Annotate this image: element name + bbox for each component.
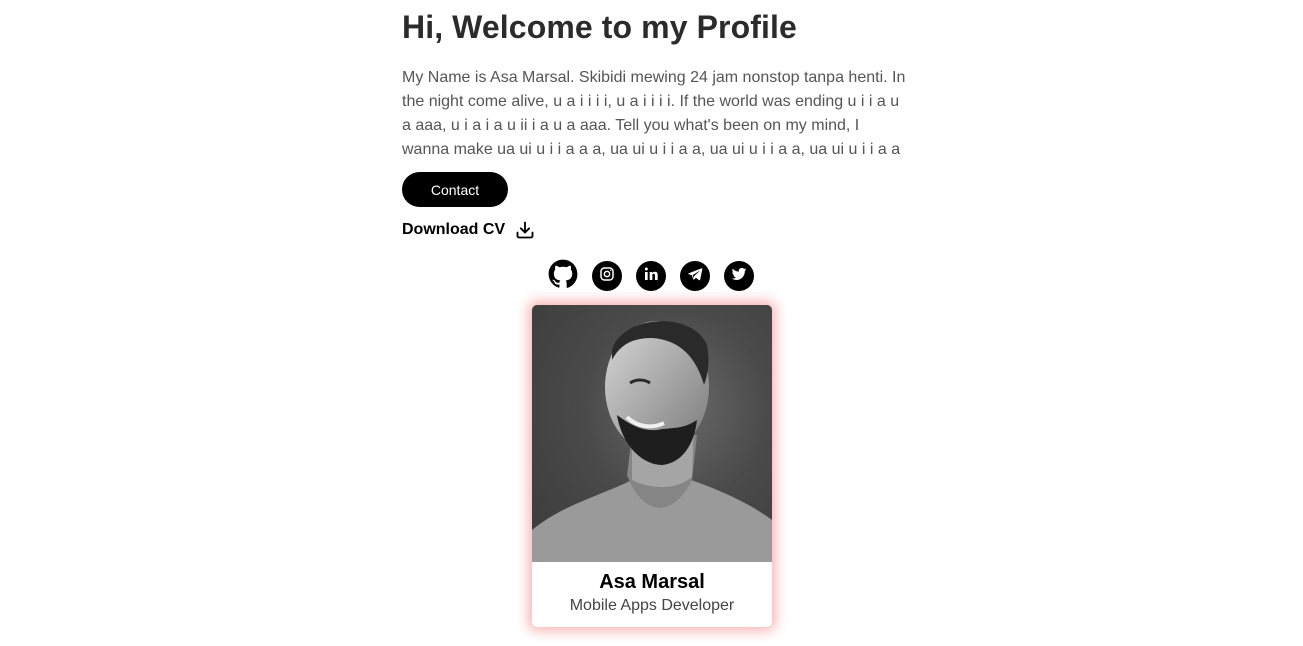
profile-name: Asa Marsal: [599, 571, 705, 593]
telegram-icon: [687, 266, 703, 287]
download-cv-label: Download CV: [402, 221, 506, 238]
profile-role: Mobile Apps Developer: [569, 597, 735, 614]
hero-section: Hi, Welcome to my Profile My Name is Asa…: [402, 0, 907, 239]
linkedin-link[interactable]: [636, 261, 666, 291]
twitter-link[interactable]: [724, 261, 754, 291]
linkedin-icon: [643, 266, 659, 287]
github-link[interactable]: [548, 259, 578, 294]
profile-description: My Name is Asa Marsal. Skibidi mewing 24…: [402, 69, 906, 158]
social-links: [548, 259, 754, 294]
profile-page: Hi, Welcome to my Profile My Name is Asa…: [0, 0, 1303, 646]
instagram-link[interactable]: [592, 261, 622, 291]
instagram-icon: [599, 266, 615, 287]
contact-button[interactable]: Contact: [402, 172, 508, 207]
profile-card: Asa Marsal Mobile Apps Developer: [532, 305, 772, 627]
page-title: Hi, Welcome to my Profile: [402, 9, 797, 45]
github-icon: [548, 259, 578, 294]
download-icon: [515, 220, 535, 240]
twitter-icon: [731, 266, 747, 287]
profile-photo: [532, 305, 772, 562]
telegram-link[interactable]: [680, 261, 710, 291]
download-cv-link[interactable]: Download CV: [402, 220, 535, 240]
